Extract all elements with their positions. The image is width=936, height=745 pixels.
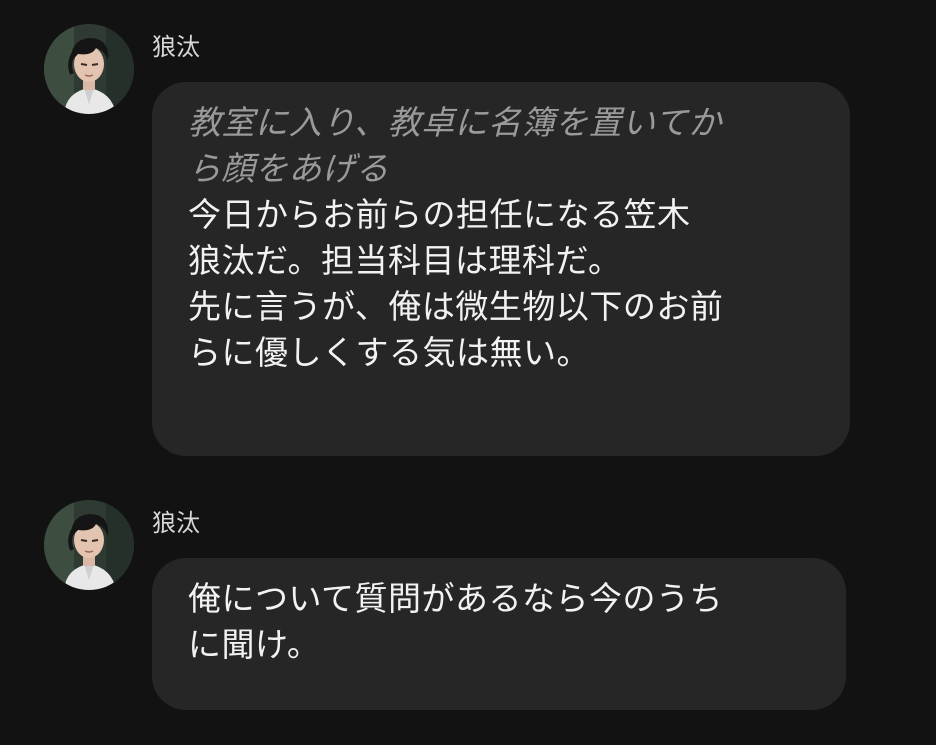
sender-name: 狼汰 — [152, 33, 200, 61]
avatar[interactable] — [44, 24, 134, 114]
action-text: ら顔をあげる — [188, 149, 389, 188]
message-bubble: 俺について質問があるなら今のうち に聞け。 — [152, 558, 846, 710]
message-text: 俺について質問があるなら今のうち — [188, 579, 724, 618]
chat-thread: 狼汰 教室に入り、教卓に名簿を置いてか ら顔をあげる 今日からお前らの担任になる… — [0, 0, 936, 745]
message-text: 今日からお前らの担任になる笠木 — [188, 195, 691, 234]
message-text: らに優しくする気は無い。 — [188, 333, 590, 372]
character-avatar-icon — [44, 500, 134, 590]
character-avatar-icon — [44, 24, 134, 114]
message-text: 先に言うが、俺は微生物以下のお前 — [188, 287, 724, 326]
message-bubble: 教室に入り、教卓に名簿を置いてか ら顔をあげる 今日からお前らの担任になる笠木 … — [152, 82, 850, 456]
message-text: に聞け。 — [188, 625, 321, 664]
sender-name: 狼汰 — [152, 509, 200, 537]
avatar[interactable] — [44, 500, 134, 590]
message-text: 狼汰だ。担当科目は理科だ。 — [188, 241, 622, 280]
action-text: 教室に入り、教卓に名簿を置いてか — [188, 103, 722, 142]
